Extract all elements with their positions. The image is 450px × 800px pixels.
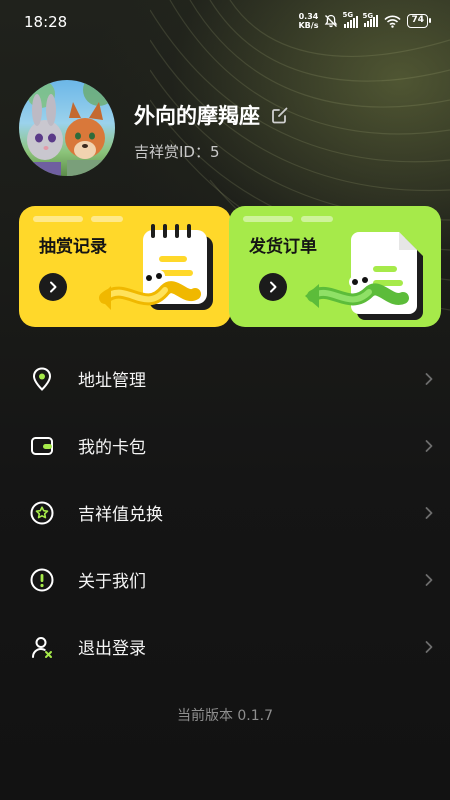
wifi-icon xyxy=(384,15,402,28)
signal-sim2-icon: 5G xyxy=(362,12,379,27)
menu-item-points-exchange[interactable]: 吉祥值兑换 xyxy=(0,479,450,546)
bell-muted-icon xyxy=(325,14,338,28)
chevron-right-icon xyxy=(270,281,277,293)
menu-item-label: 地址管理 xyxy=(78,371,146,391)
battery-indicator: 74 xyxy=(407,14,431,28)
sim1-network-type: 5G xyxy=(342,11,354,19)
logout-user-icon xyxy=(32,636,52,658)
lottery-records-arrow-button[interactable] xyxy=(39,273,67,301)
chevron-right-icon xyxy=(50,281,57,293)
chevron-right-icon xyxy=(425,506,433,519)
status-icons: 0.34 KB/s 5G 5G 74 xyxy=(298,11,431,30)
shipping-orders-arrow-button[interactable] xyxy=(259,273,287,301)
menu-item-logout[interactable]: 退出登录 xyxy=(0,613,450,680)
document-illustration xyxy=(305,232,423,320)
chevron-right-icon xyxy=(425,372,433,385)
status-bar: 18:28 0.34 KB/s 5G 5G 74 xyxy=(0,0,450,46)
network-speed: 0.34 KB/s xyxy=(298,12,318,30)
notepad-illustration xyxy=(99,224,213,310)
shipping-orders-card[interactable]: 发货订单 xyxy=(229,206,441,327)
edit-icon[interactable] xyxy=(270,105,290,125)
network-speed-unit: KB/s xyxy=(298,21,319,30)
menu-item-label: 吉祥值兑换 xyxy=(78,505,163,525)
chevron-right-icon xyxy=(425,573,433,586)
star-badge-icon xyxy=(30,501,54,524)
network-speed-value: 0.34 xyxy=(298,12,319,21)
card-decor xyxy=(243,216,293,222)
avatar[interactable] xyxy=(19,80,115,176)
menu-item-label: 关于我们 xyxy=(78,572,146,592)
lottery-records-card[interactable]: 抽赏记录 xyxy=(19,206,231,327)
signal-sim1-icon: 5G xyxy=(342,11,359,28)
chevron-right-icon xyxy=(425,640,433,653)
card-decor xyxy=(33,216,83,222)
menu-item-label: 我的卡包 xyxy=(78,438,146,458)
menu-item-label: 退出登录 xyxy=(78,639,146,659)
menu-item-wallet[interactable]: 我的卡包 xyxy=(0,412,450,479)
app-version: 当前版本 0.1.7 xyxy=(176,708,274,724)
sim2-network-type: 5G xyxy=(362,12,374,20)
menu-item-about[interactable]: 关于我们 xyxy=(0,546,450,613)
location-pin-icon xyxy=(32,366,52,391)
settings-menu: 地址管理 我的卡包 吉祥值兑换 关于我们 退出登录 xyxy=(0,345,450,680)
username: 外向的摩羯座 xyxy=(134,104,260,128)
status-time: 18:28 xyxy=(24,13,68,31)
username-row: 外向的摩羯座 xyxy=(134,100,290,130)
info-icon xyxy=(30,568,54,591)
wallet-icon xyxy=(31,436,53,455)
avatar-image xyxy=(27,80,115,176)
user-id: 吉祥赏ID：5 xyxy=(134,143,220,161)
chevron-right-icon xyxy=(425,439,433,452)
menu-item-address[interactable]: 地址管理 xyxy=(0,345,450,412)
